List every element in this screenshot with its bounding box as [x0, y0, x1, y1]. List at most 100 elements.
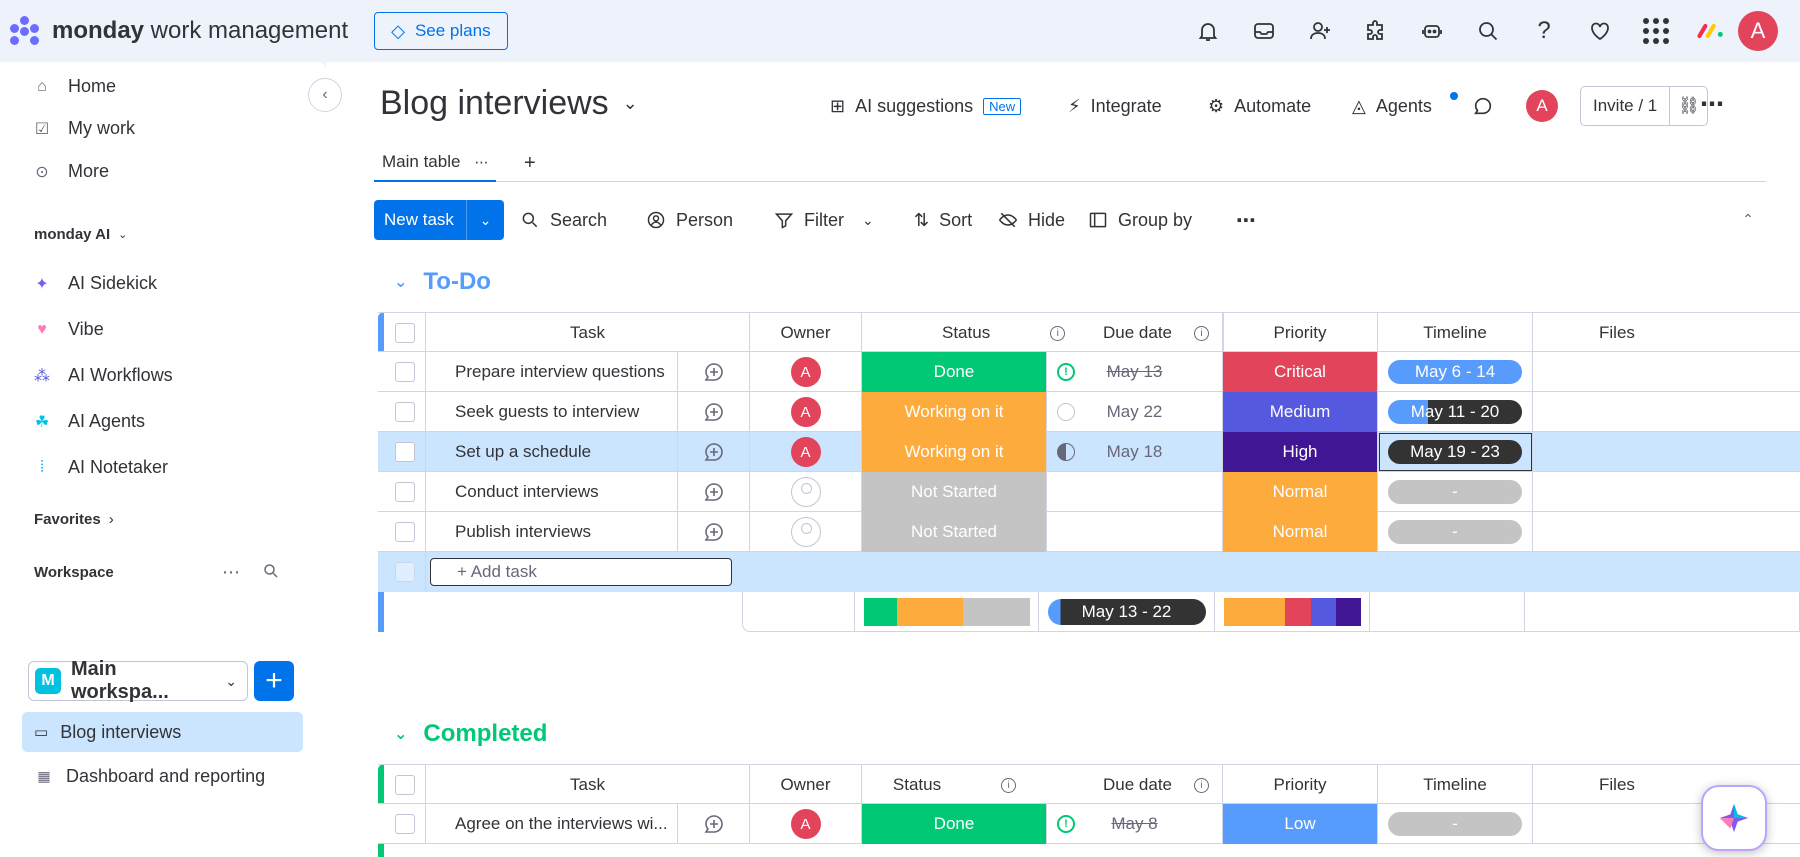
- task-name-cell[interactable]: Prepare interview questions: [426, 352, 678, 392]
- sidekick-floating-button[interactable]: [1701, 785, 1767, 851]
- due-date-cell[interactable]: ! May 13: [1047, 352, 1223, 392]
- board-more-icon[interactable]: ⋯: [1700, 90, 1724, 119]
- workspace-selector[interactable]: M Main workspa... ⌄: [28, 658, 248, 703]
- status-cell[interactable]: Working on it: [862, 392, 1047, 432]
- due-date-cell[interactable]: May 22: [1047, 392, 1223, 432]
- new-task-dropdown-icon[interactable]: ⌄: [466, 200, 504, 240]
- priority-cell[interactable]: Low: [1223, 804, 1378, 844]
- table-row[interactable]: Set up a schedule A Working on it May 18…: [378, 432, 1800, 472]
- new-task-button[interactable]: New task ⌄: [374, 200, 504, 240]
- workspace-more-icon[interactable]: ⋯: [222, 562, 240, 583]
- column-header-priority[interactable]: Priority: [1223, 313, 1378, 353]
- priority-cell[interactable]: Critical: [1223, 352, 1378, 392]
- table-row[interactable]: Conduct interviews Not Started Normal -: [378, 472, 1800, 512]
- status-cell[interactable]: Not Started: [862, 472, 1047, 512]
- help-icon[interactable]: ?: [1516, 11, 1572, 51]
- status-cell[interactable]: Done: [862, 804, 1047, 844]
- apps-puzzle-icon[interactable]: [1348, 11, 1404, 51]
- status-cell[interactable]: Not Started: [862, 512, 1047, 552]
- search-button[interactable]: Search: [520, 200, 607, 240]
- column-header-timeline[interactable]: Timeline: [1378, 765, 1533, 805]
- timeline-cell[interactable]: May 11 - 20: [1378, 392, 1533, 432]
- task-name-cell[interactable]: Publish interviews: [426, 512, 678, 552]
- due-date-cell[interactable]: [1047, 512, 1223, 552]
- priority-cell[interactable]: Normal: [1223, 512, 1378, 552]
- row-checkbox[interactable]: [384, 512, 426, 552]
- column-header-files[interactable]: Files: [1533, 313, 1800, 353]
- status-cell[interactable]: Working on it: [862, 432, 1047, 472]
- column-header-task[interactable]: Task: [426, 313, 750, 353]
- table-row[interactable]: Seek guests to interview A Working on it…: [378, 392, 1800, 432]
- sidebar-item-ai-workflows[interactable]: ⁂ AI Workflows: [32, 365, 173, 386]
- info-icon[interactable]: i: [1001, 777, 1017, 793]
- workspace-search-icon[interactable]: [262, 562, 282, 582]
- sidebar-item-home[interactable]: ⌂ Home: [32, 76, 116, 97]
- sort-button[interactable]: ⇅ Sort: [914, 200, 972, 240]
- column-header-status[interactable]: Status i: [862, 765, 1047, 805]
- select-all-checkbox[interactable]: [384, 765, 426, 805]
- add-update-icon[interactable]: [678, 512, 750, 552]
- sidebar-item-ai-sidekick[interactable]: ✦ AI Sidekick: [32, 273, 157, 294]
- table-row[interactable]: Publish interviews Not Started Normal -: [378, 512, 1800, 552]
- files-cell[interactable]: [1533, 352, 1800, 392]
- add-view-button[interactable]: +: [524, 152, 536, 175]
- toolbar-more-icon[interactable]: ⋯: [1236, 200, 1256, 240]
- app-launcher-grid-icon[interactable]: [1628, 11, 1684, 51]
- see-plans-button[interactable]: ◇ See plans: [374, 12, 508, 50]
- timeline-cell[interactable]: -: [1378, 472, 1533, 512]
- column-header-priority[interactable]: Priority: [1223, 765, 1378, 805]
- inbox-icon[interactable]: [1236, 11, 1292, 51]
- favorites-section[interactable]: Favorites ›: [34, 511, 114, 528]
- column-header-task[interactable]: Task: [426, 765, 750, 805]
- chevron-down-icon[interactable]: ⌄: [394, 724, 407, 744]
- owner-cell[interactable]: [750, 512, 862, 552]
- due-date-summary[interactable]: May 13 - 22: [1039, 592, 1215, 632]
- agents-button[interactable]: ◬ Agents: [1352, 84, 1432, 128]
- sidebar-item-my-work[interactable]: ☑ My work: [32, 118, 135, 139]
- filter-button[interactable]: Filter ⌄: [774, 200, 874, 240]
- add-update-icon[interactable]: [678, 472, 750, 512]
- sidebar-item-vibe[interactable]: ♥ Vibe: [32, 319, 103, 340]
- collapse-sidebar-button[interactable]: ‹: [308, 78, 342, 112]
- chevron-down-icon[interactable]: ⌄: [862, 212, 874, 229]
- status-cell[interactable]: Done: [862, 352, 1047, 392]
- hide-button[interactable]: Hide: [998, 200, 1065, 240]
- add-task-input[interactable]: + Add task: [430, 558, 732, 586]
- task-name-cell[interactable]: Conduct interviews: [426, 472, 678, 512]
- add-update-icon[interactable]: [678, 432, 750, 472]
- sidebar-board-dashboard[interactable]: ▦ Dashboard and reporting: [34, 766, 265, 787]
- files-cell[interactable]: [1533, 392, 1800, 432]
- owner-cell[interactable]: A: [750, 804, 862, 844]
- timeline-cell[interactable]: May 19 - 23: [1378, 432, 1533, 472]
- tab-main-table[interactable]: Main table ⋯: [374, 144, 497, 182]
- row-checkbox[interactable]: [384, 804, 426, 844]
- board-member-avatar[interactable]: A: [1526, 84, 1558, 128]
- row-checkbox[interactable]: [384, 472, 426, 512]
- row-checkbox[interactable]: [384, 392, 426, 432]
- chevron-down-icon[interactable]: ⌄: [394, 272, 407, 292]
- column-header-owner[interactable]: Owner: [750, 765, 862, 805]
- notifications-bell-icon[interactable]: [1180, 11, 1236, 51]
- info-icon[interactable]: i: [1194, 777, 1209, 793]
- task-name-cell[interactable]: Set up a schedule: [426, 432, 678, 472]
- task-name-cell[interactable]: Seek guests to interview: [426, 392, 678, 432]
- table-row[interactable]: Prepare interview questions A Done ! May…: [378, 352, 1800, 392]
- priority-cell[interactable]: Normal: [1223, 472, 1378, 512]
- integrate-button[interactable]: ⚡ Integrate: [1068, 84, 1162, 128]
- table-row[interactable]: Agree on the interviews wi... A Done ! M…: [378, 804, 1800, 844]
- automate-button[interactable]: ⚙ Automate: [1208, 84, 1311, 128]
- collapse-header-icon[interactable]: ⌃: [1734, 205, 1762, 233]
- timeline-cell[interactable]: -: [1378, 512, 1533, 552]
- ai-suggestions-button[interactable]: ⊞ AI suggestions New: [830, 84, 1022, 128]
- priority-cell[interactable]: High: [1223, 432, 1378, 472]
- add-workspace-item-button[interactable]: +: [254, 661, 294, 701]
- files-cell[interactable]: [1533, 512, 1800, 552]
- group-title-completed[interactable]: ⌄ Completed: [394, 720, 547, 748]
- priority-summary-bar[interactable]: [1215, 592, 1370, 632]
- search-icon[interactable]: [1460, 11, 1516, 51]
- sidebar-item-ai-notetaker[interactable]: ⦙ AI Notetaker: [32, 457, 168, 478]
- row-checkbox[interactable]: [384, 432, 426, 472]
- ai-robot-icon[interactable]: [1404, 11, 1460, 51]
- task-name-cell[interactable]: Agree on the interviews wi...: [426, 804, 678, 844]
- group-title-todo[interactable]: ⌄ To-Do: [394, 268, 491, 296]
